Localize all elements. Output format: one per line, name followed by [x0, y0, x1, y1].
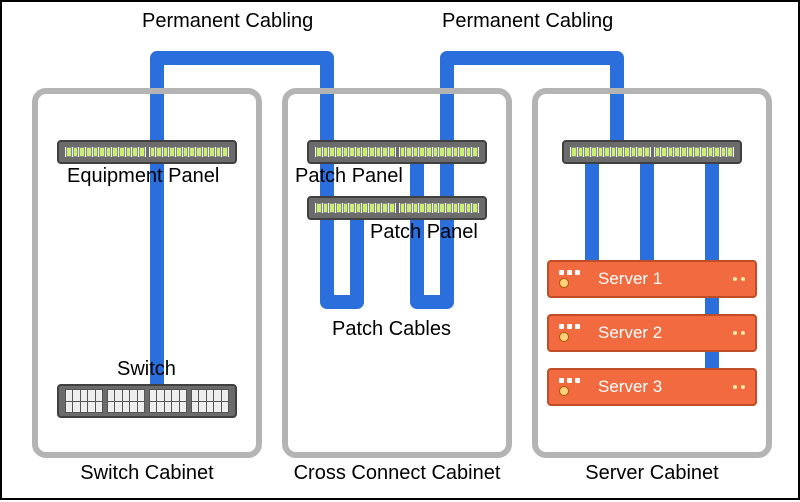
server-cabinet-label: Server Cabinet [532, 462, 772, 485]
label-permanent-cabling-left: Permanent Cabling [142, 10, 313, 33]
server-3: Server 3 [547, 368, 757, 406]
server-2: Server 2 [547, 314, 757, 352]
label-switch: Switch [117, 358, 176, 381]
label-patch-cables: Patch Cables [332, 318, 451, 341]
diagram-canvas: Permanent Cabling Permanent Cabling Swit… [0, 0, 800, 500]
cross-connect-cabinet-label: Cross Connect Cabinet [272, 462, 522, 485]
server-1-label: Server 1 [592, 269, 733, 289]
label-equipment-panel: Equipment Panel [67, 165, 219, 188]
server-1: Server 1 [547, 260, 757, 298]
patch-panel-lower [307, 196, 487, 220]
patch-panel-upper [307, 140, 487, 164]
switch-device [57, 384, 237, 418]
server-3-label: Server 3 [592, 377, 733, 397]
equipment-panel [57, 140, 237, 164]
label-patch-panel-lower: Patch Panel [370, 221, 478, 244]
label-permanent-cabling-right: Permanent Cabling [442, 10, 613, 33]
switch-cabinet-label: Switch Cabinet [32, 462, 262, 485]
server-patch-panel [562, 140, 742, 164]
server-2-label: Server 2 [592, 323, 733, 343]
label-patch-panel-upper: Patch Panel [295, 165, 403, 188]
